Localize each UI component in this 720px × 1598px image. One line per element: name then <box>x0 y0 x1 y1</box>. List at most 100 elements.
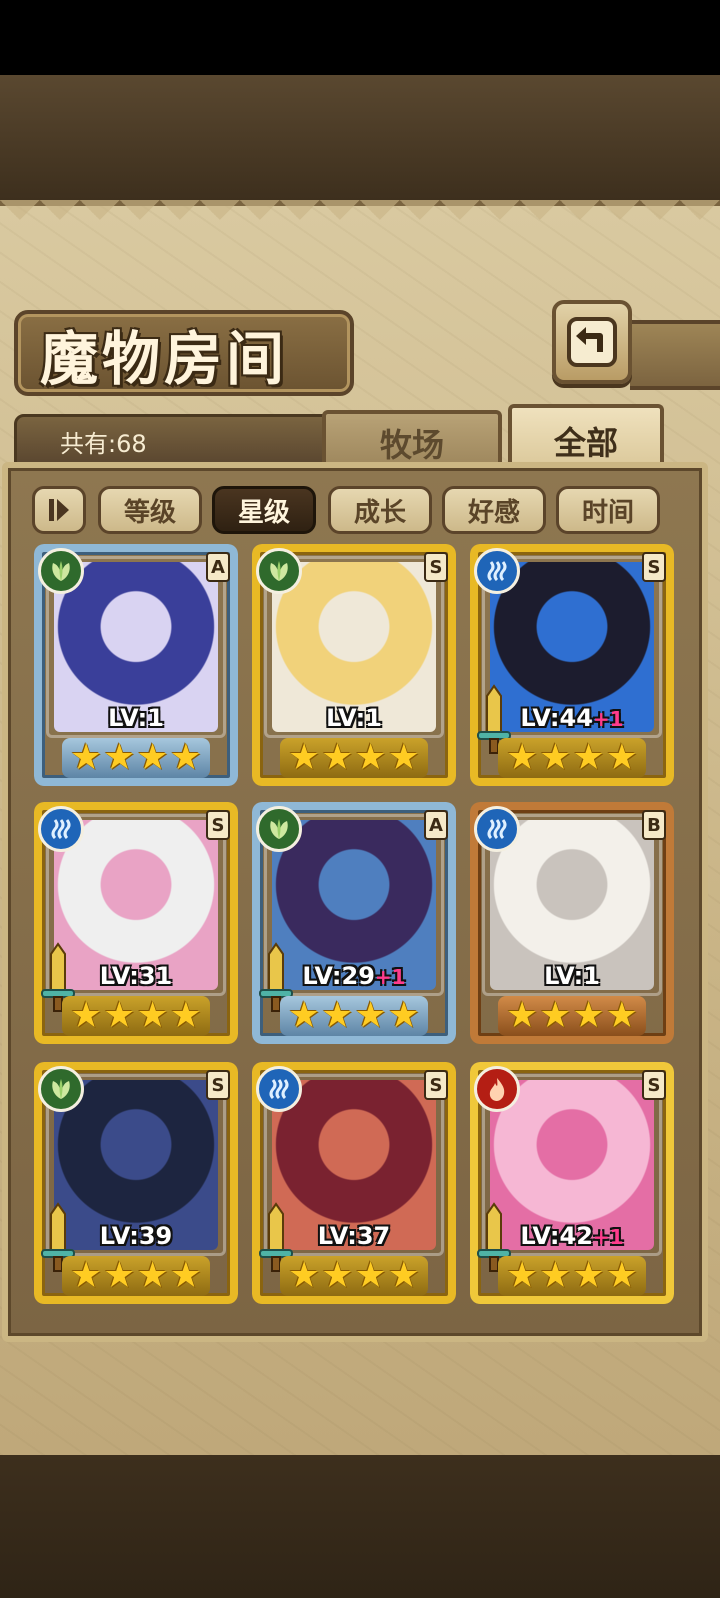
level-text: LV:1 <box>326 704 382 732</box>
star-icon: ★ <box>572 995 605 1036</box>
monster-count: 共有:68 <box>60 430 147 458</box>
water-element-icon <box>256 1066 302 1112</box>
sort-button-growth[interactable]: 成长 <box>328 486 432 534</box>
star-icon: ★ <box>387 1255 421 1296</box>
star-rating: ★ ★ ★ ★ <box>280 1256 428 1296</box>
sort-direction-icon <box>49 499 69 521</box>
level-text: LV:44 <box>520 704 593 732</box>
monster-card[interactable]: S LV:31 ★ ★ ★ ★ <box>34 802 238 1044</box>
star-rating: ★ ★ ★ ★ <box>62 738 210 778</box>
star-icon: ★ <box>321 995 354 1036</box>
star-icon: ★ <box>539 1255 572 1296</box>
star-icon: ★ <box>136 1255 169 1296</box>
background-bottom-band <box>0 1455 720 1598</box>
monster-level: LV:1 <box>34 704 238 732</box>
panel-zigzag-edge <box>0 200 720 240</box>
back-arrow-icon <box>567 317 617 367</box>
monster-level: LV:1 <box>252 704 456 732</box>
sort-button-affection[interactable]: 好感 <box>442 486 546 534</box>
level-text: LV:37 <box>317 1222 391 1250</box>
monster-card[interactable]: A LV:1 ★ ★ ★ ★ <box>34 544 238 786</box>
sort-button-level[interactable]: 等级 <box>98 486 202 534</box>
star-icon: ★ <box>287 1255 321 1296</box>
monster-level: LV:31 <box>34 962 238 990</box>
monster-card[interactable]: S LV:1 ★ ★ ★ ★ <box>252 544 456 786</box>
star-icon: ★ <box>287 995 321 1036</box>
grass-element-icon <box>256 806 302 852</box>
star-icon: ★ <box>103 1255 136 1296</box>
back-button[interactable] <box>552 300 632 384</box>
star-icon: ★ <box>354 1255 387 1296</box>
star-icon: ★ <box>572 1255 605 1296</box>
star-rating: ★ ★ ★ ★ <box>62 1256 210 1296</box>
level-bonus: +1 <box>592 1225 624 1249</box>
rank-badge: S <box>642 552 666 582</box>
star-icon: ★ <box>605 1255 639 1296</box>
star-icon: ★ <box>69 1255 103 1296</box>
star-icon: ★ <box>572 737 605 778</box>
star-icon: ★ <box>103 737 136 778</box>
grass-element-icon <box>38 1066 84 1112</box>
star-icon: ★ <box>387 737 421 778</box>
star-icon: ★ <box>539 737 572 778</box>
star-icon: ★ <box>69 737 103 778</box>
star-icon: ★ <box>605 995 639 1036</box>
grass-element-icon <box>38 548 84 594</box>
star-icon: ★ <box>539 995 572 1036</box>
level-text: LV:29 <box>302 962 375 990</box>
star-icon: ★ <box>169 737 203 778</box>
status-bar <box>0 0 720 75</box>
rank-badge: A <box>424 810 448 840</box>
star-icon: ★ <box>169 1255 203 1296</box>
sort-button-stars[interactable]: 星级 <box>212 486 316 534</box>
water-element-icon <box>474 806 520 852</box>
star-rating: ★ ★ ★ ★ <box>498 738 646 778</box>
sort-button-time[interactable]: 时间 <box>556 486 660 534</box>
monster-card[interactable]: B LV:1 ★ ★ ★ ★ <box>470 802 674 1044</box>
rank-badge: S <box>424 1070 448 1100</box>
star-icon: ★ <box>605 737 639 778</box>
star-icon: ★ <box>136 995 169 1036</box>
level-text: LV:31 <box>99 962 173 990</box>
star-icon: ★ <box>169 995 203 1036</box>
monster-card[interactable]: S LV:37 ★ ★ ★ ★ <box>252 1062 456 1304</box>
sort-order-toggle[interactable] <box>32 486 86 534</box>
rank-badge: S <box>642 1070 666 1100</box>
star-rating: ★ ★ ★ ★ <box>280 996 428 1036</box>
rank-badge: B <box>642 810 666 840</box>
star-icon: ★ <box>321 737 354 778</box>
star-icon: ★ <box>387 995 421 1036</box>
star-icon: ★ <box>287 737 321 778</box>
rank-badge: S <box>424 552 448 582</box>
page-title: 魔物房间 <box>40 325 289 393</box>
rank-badge: S <box>206 810 230 840</box>
monster-level: LV:42+1 <box>470 1222 674 1250</box>
star-rating: ★ ★ ★ ★ <box>62 996 210 1036</box>
monster-level: LV:29+1 <box>252 962 456 990</box>
star-icon: ★ <box>69 995 103 1036</box>
level-text: LV:39 <box>99 1222 173 1250</box>
back-button-rail <box>630 320 720 390</box>
monster-card[interactable]: S LV:42+1 ★ ★ ★ ★ <box>470 1062 674 1304</box>
star-icon: ★ <box>505 1255 539 1296</box>
fire-element-icon <box>474 1066 520 1112</box>
star-rating: ★ ★ ★ ★ <box>498 1256 646 1296</box>
monster-level: LV:37 <box>252 1222 456 1250</box>
level-text: LV:42 <box>520 1222 593 1250</box>
monster-card[interactable]: S LV:39 ★ ★ ★ ★ <box>34 1062 238 1304</box>
star-icon: ★ <box>505 995 539 1036</box>
background-top-band <box>0 75 720 200</box>
star-rating: ★ ★ ★ ★ <box>280 738 428 778</box>
monster-level: LV:44+1 <box>470 704 674 732</box>
star-rating: ★ ★ ★ ★ <box>498 996 646 1036</box>
star-icon: ★ <box>505 737 539 778</box>
monster-card[interactable]: S LV:44+1 ★ ★ ★ ★ <box>470 544 674 786</box>
level-bonus: +1 <box>592 707 624 731</box>
grass-element-icon <box>256 548 302 594</box>
star-icon: ★ <box>321 1255 354 1296</box>
star-icon: ★ <box>354 737 387 778</box>
monster-level: LV:1 <box>470 962 674 990</box>
water-element-icon <box>474 548 520 594</box>
level-bonus: +1 <box>374 965 406 989</box>
monster-card[interactable]: A LV:29+1 ★ ★ ★ ★ <box>252 802 456 1044</box>
